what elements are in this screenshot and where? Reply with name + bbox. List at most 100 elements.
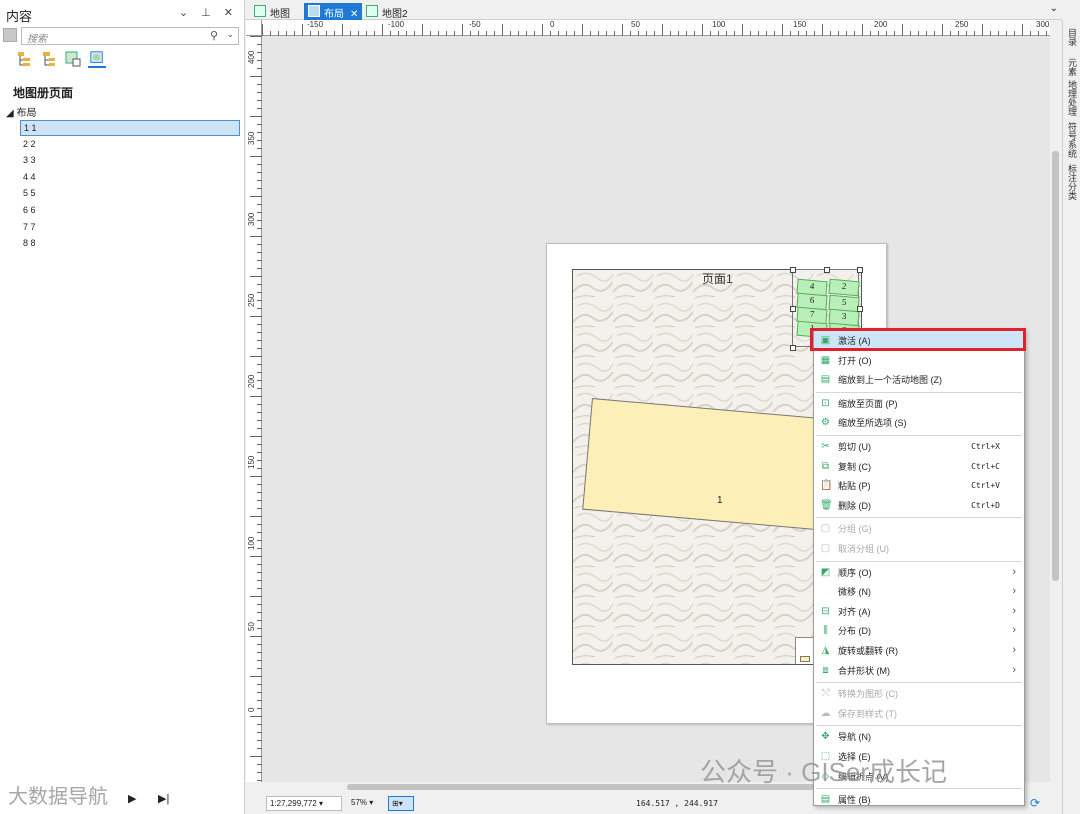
- refresh-icon[interactable]: ⟳: [1030, 796, 1040, 810]
- selection-handle[interactable]: [790, 345, 796, 351]
- toc-page-item[interactable]: 2 2: [20, 137, 240, 153]
- menu-item[interactable]: ⧈ 合并形状 (M) ›: [814, 661, 1024, 681]
- selection-handle[interactable]: [790, 306, 796, 312]
- chevron-down-icon[interactable]: ⌄: [226, 29, 234, 40]
- parcel-polygon[interactable]: [582, 398, 846, 532]
- toc-page-item[interactable]: 7 7: [20, 220, 240, 236]
- ruler-label: -150: [307, 20, 324, 29]
- cut-icon: ✂: [821, 441, 830, 452]
- selection-handle[interactable]: [857, 306, 863, 312]
- last-page-icon[interactable]: ▶|: [158, 792, 169, 805]
- paste-icon: 📋: [820, 480, 833, 492]
- tab-map-label: 地图: [270, 9, 290, 20]
- vertical-scrollbar[interactable]: [1050, 36, 1062, 782]
- grid-snap-icon[interactable]: ⊞▾: [388, 796, 414, 811]
- menu-shortcut: Ctrl+V: [971, 481, 1000, 491]
- ruler-label: 350: [247, 131, 256, 145]
- menu-item-label: 顺序 (O): [838, 567, 872, 578]
- menu-item[interactable]: 📋 粘贴 (P) Ctrl+V: [814, 476, 1024, 496]
- watermark-right: 公众号 · GISer成长记: [700, 757, 948, 787]
- menu-item[interactable]: ⫼ 分布 (D) ›: [814, 621, 1024, 641]
- ruler-label: -50: [469, 20, 481, 29]
- menu-item[interactable]: ▤ 缩放到上一个活动地图 (Z): [814, 370, 1024, 390]
- chevron-right-icon: ›: [1012, 585, 1016, 598]
- menu-item[interactable]: ⊡ 缩放至页面 (P): [814, 394, 1024, 414]
- pane-controls[interactable]: ⌄ ⊥ ✕: [179, 6, 238, 19]
- align-icon: ⊟: [821, 605, 830, 617]
- tab-list-chevron-icon[interactable]: ⌄: [1050, 3, 1058, 14]
- side-tab-symbology[interactable]: 符号系统: [1066, 122, 1079, 158]
- search-input[interactable]: 搜索 ⚲ ⌄: [21, 27, 239, 45]
- map-series-pages-icon[interactable]: [88, 50, 106, 68]
- properties-icon: ▤: [820, 794, 831, 806]
- menu-item-label: 剪切 (U): [838, 442, 871, 452]
- save-style-icon: ☁: [820, 707, 831, 719]
- toc-page-item[interactable]: 1 1: [20, 120, 240, 136]
- menu-item-label: 转换为图形 (C): [838, 689, 898, 700]
- tab-layout-label: 布局: [324, 9, 344, 20]
- group-icon: ▢: [820, 523, 831, 535]
- menu-item[interactable]: ◩ 顺序 (O) ›: [814, 563, 1024, 583]
- tab-map[interactable]: 地图: [250, 3, 294, 20]
- side-tab-labeling[interactable]: 标注分类: [1066, 164, 1079, 200]
- navigate-icon: ✥: [821, 731, 830, 743]
- ruler-label: 100: [712, 20, 726, 29]
- selection-handle[interactable]: [857, 267, 863, 273]
- side-tab-elements[interactable]: 元素: [1066, 58, 1079, 76]
- ruler-label: 200: [247, 374, 256, 388]
- search-placeholder: 搜索: [27, 34, 47, 45]
- vertical-scroll-thumb[interactable]: [1052, 151, 1059, 581]
- close-icon[interactable]: ✕: [350, 9, 358, 20]
- menu-item[interactable]: ✂ 剪切 (U) Ctrl+X: [814, 437, 1024, 457]
- menu-item[interactable]: 🗑 删除 (D) Ctrl+D: [814, 496, 1024, 516]
- search-icon[interactable]: ⚲: [210, 29, 218, 42]
- menu-item-label: 导航 (N): [838, 732, 871, 743]
- horizontal-ruler: -150 -100 -50 0 50 100 150 200 250 300: [262, 20, 1050, 36]
- menu-item[interactable]: ⧉ 复制 (C) Ctrl+C: [814, 457, 1024, 477]
- scale-select[interactable]: 1:27,299,772 ▾: [266, 796, 342, 811]
- selection-handle[interactable]: [824, 267, 830, 273]
- tab-map2[interactable]: 地图2: [362, 3, 412, 20]
- menu-item-label: 缩放至所选项 (S): [838, 418, 907, 429]
- menu-item-label: 分布 (D): [838, 626, 871, 637]
- side-tab-catalog[interactable]: 目录: [1066, 28, 1079, 46]
- zoom-select[interactable]: 57% ▾: [348, 796, 384, 811]
- menu-item[interactable]: ▦ 打开 (O): [814, 351, 1024, 371]
- chevron-right-icon: ›: [1012, 565, 1016, 578]
- chevron-right-icon: ›: [1012, 624, 1016, 637]
- menu-item[interactable]: 微移 (N) ›: [814, 582, 1024, 602]
- rotate-icon: ◮: [821, 645, 830, 656]
- tab-layout[interactable]: 布局 ✕: [304, 3, 363, 20]
- view-tabs: 地图 布局 ✕ 地图2 ⌄: [246, 0, 1062, 20]
- page-title-text[interactable]: 页面1: [702, 270, 733, 287]
- ungroup-icon: ▢: [820, 543, 831, 554]
- side-tab-geoprocessing[interactable]: 地理处理: [1066, 80, 1079, 116]
- toc-page-item[interactable]: 3 3: [20, 153, 240, 169]
- toc-page-item[interactable]: 6 6: [20, 203, 240, 219]
- open-icon: ▦: [820, 354, 831, 366]
- menu-item[interactable]: ⚙ 缩放至所选项 (S): [814, 413, 1024, 433]
- menu-item[interactable]: ◮ 旋转或翻转 (R) ›: [814, 641, 1024, 661]
- menu-item[interactable]: ⊟ 对齐 (A) ›: [814, 602, 1024, 622]
- menu-separator: [816, 435, 1022, 436]
- selection-handle[interactable]: [790, 267, 796, 273]
- menu-item: ☁ 保存到样式 (T): [814, 704, 1024, 724]
- ruler-label: 400: [247, 50, 256, 64]
- ruler-corner: [246, 20, 262, 36]
- toc-page-item[interactable]: 4 4: [20, 170, 240, 186]
- menu-item[interactable]: ▤ 属性 (B): [814, 790, 1024, 810]
- toc-page-item[interactable]: 8 8: [20, 236, 240, 252]
- filter-toggle-icon[interactable]: [3, 28, 17, 42]
- menu-item-label: 打开 (O): [838, 355, 872, 366]
- source-list-icon[interactable]: [40, 50, 58, 68]
- menu-shortcut: Ctrl+X: [971, 442, 1000, 451]
- draw-order-icon[interactable]: [16, 50, 34, 68]
- toc-root[interactable]: ◢ 布局: [6, 104, 36, 119]
- toc-page-item[interactable]: 5 5: [20, 186, 240, 202]
- next-page-icon[interactable]: ▶: [128, 792, 136, 805]
- parcel-label: 1: [717, 495, 723, 506]
- toc-section-title: 地图册页面: [13, 86, 74, 100]
- selection-list-icon[interactable]: [64, 50, 82, 68]
- ruler-label: 50: [247, 622, 256, 631]
- menu-item[interactable]: ✥ 导航 (N): [814, 727, 1024, 747]
